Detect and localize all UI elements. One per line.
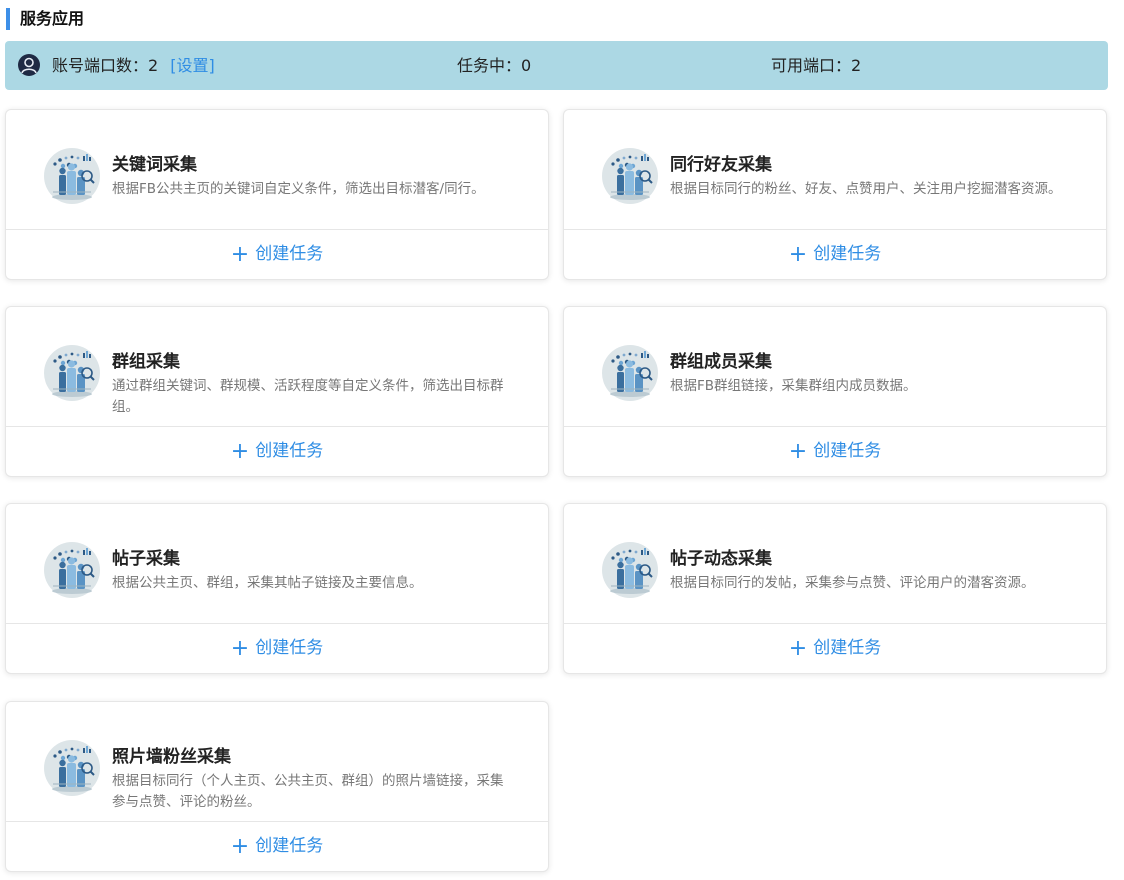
data-analytics-icon [43, 344, 101, 402]
card-peer-friends-collect: 同行好友采集 根据目标同行的粉丝、好友、点赞用户、关注用户挖掘潜客资源。 + 创建… [563, 109, 1107, 280]
card-description: 根据目标同行（个人主页、公共主页、群组）的照片墙链接，采集参与点赞、评论的粉丝。 [112, 773, 504, 810]
plus-icon: + [230, 834, 250, 859]
create-task-button[interactable]: + 创建任务 [564, 426, 1106, 476]
plus-icon: + [230, 242, 250, 267]
data-analytics-icon [43, 541, 101, 599]
available-value: 2 [851, 56, 862, 75]
card-description: 通过群组关键词、群规模、活跃程度等自定义条件，筛选出目标群组。 [112, 378, 504, 415]
card-title: 群组采集 [112, 352, 180, 372]
card-body: 关键词采集 根据FB公共主页的关键词自定义条件，筛选出目标潜客/同行。 [6, 110, 548, 230]
create-task-button[interactable]: + 创建任务 [564, 623, 1106, 673]
data-analytics-icon [601, 147, 659, 205]
stats-bar: 账号端口数：2 [设置] 任务中：0 可用端口：2 [5, 41, 1108, 90]
tasks-label: 任务中： [457, 56, 522, 75]
settings-link[interactable]: [设置] [170, 56, 215, 75]
card-body: 群组成员采集 根据FB群组链接，采集群组内成员数据。 [564, 307, 1106, 427]
accounts-label: 账号端口数： [52, 56, 149, 75]
card-description: 根据目标同行的粉丝、好友、点赞用户、关注用户挖掘潜客资源。 [670, 181, 1062, 197]
data-analytics-icon [601, 541, 659, 599]
tasks-value: 0 [521, 56, 532, 75]
card-title: 帖子动态采集 [670, 549, 772, 569]
data-analytics-icon [601, 344, 659, 402]
plus-icon: + [788, 636, 808, 661]
card-title: 照片墙粉丝采集 [112, 747, 231, 767]
card-keyword-collect: 关键词采集 根据FB公共主页的关键词自定义条件，筛选出目标潜客/同行。 + 创建任… [5, 109, 549, 280]
card-body: 照片墙粉丝采集 根据目标同行（个人主页、公共主页、群组）的照片墙链接，采集参与点… [6, 702, 548, 822]
card-body: 群组采集 通过群组关键词、群规模、活跃程度等自定义条件，筛选出目标群组。 [6, 307, 548, 427]
create-task-label: 创建任务 [813, 441, 882, 461]
card-description: 根据FB公共主页的关键词自定义条件，筛选出目标潜客/同行。 [112, 181, 485, 197]
card-group-members-collect: 群组成员采集 根据FB群组链接，采集群组内成员数据。 + 创建任务 [563, 306, 1107, 477]
card-photo-wall-fans-collect: 照片墙粉丝采集 根据目标同行（个人主页、公共主页、群组）的照片墙链接，采集参与点… [5, 701, 549, 872]
create-task-label: 创建任务 [255, 836, 324, 856]
create-task-label: 创建任务 [255, 244, 324, 264]
card-title: 同行好友采集 [670, 155, 772, 175]
card-description: 根据FB群组链接，采集群组内成员数据。 [670, 378, 917, 394]
data-analytics-icon [43, 147, 101, 205]
tasks-stat: 任务中：0 [457, 41, 531, 90]
card-body: 同行好友采集 根据目标同行的粉丝、好友、点赞用户、关注用户挖掘潜客资源。 [564, 110, 1106, 230]
available-stat: 可用端口：2 [771, 41, 861, 90]
create-task-button[interactable]: + 创建任务 [6, 821, 548, 871]
available-label: 可用端口： [771, 56, 852, 75]
create-task-label: 创建任务 [813, 244, 882, 264]
create-task-label: 创建任务 [255, 638, 324, 658]
create-task-label: 创建任务 [813, 638, 882, 658]
card-description: 根据公共主页、群组，采集其帖子链接及主要信息。 [112, 575, 423, 591]
card-title: 帖子采集 [112, 549, 180, 569]
card-post-collect: 帖子采集 根据公共主页、群组，采集其帖子链接及主要信息。 + 创建任务 [5, 503, 549, 674]
card-body: 帖子采集 根据公共主页、群组，采集其帖子链接及主要信息。 [6, 504, 548, 624]
plus-icon: + [230, 439, 250, 464]
plus-icon: + [788, 242, 808, 267]
card-title: 群组成员采集 [670, 352, 772, 372]
user-avatar-icon [18, 54, 40, 76]
card-title: 关键词采集 [112, 155, 197, 175]
accounts-value: 2 [148, 56, 159, 75]
create-task-button[interactable]: + 创建任务 [6, 426, 548, 476]
create-task-button[interactable]: + 创建任务 [6, 229, 548, 279]
create-task-button[interactable]: + 创建任务 [564, 229, 1106, 279]
plus-icon: + [788, 439, 808, 464]
card-description: 根据目标同行的发帖，采集参与点赞、评论用户的潜客资源。 [670, 575, 1035, 591]
data-analytics-icon [43, 739, 101, 797]
section-title: 服务应用 [6, 8, 84, 30]
create-task-label: 创建任务 [255, 441, 324, 461]
accounts-stat: 账号端口数：2 [设置] [52, 41, 215, 90]
card-body: 帖子动态采集 根据目标同行的发帖，采集参与点赞、评论用户的潜客资源。 [564, 504, 1106, 624]
plus-icon: + [230, 636, 250, 661]
card-post-activity-collect: 帖子动态采集 根据目标同行的发帖，采集参与点赞、评论用户的潜客资源。 + 创建任务 [563, 503, 1107, 674]
card-group-collect: 群组采集 通过群组关键词、群规模、活跃程度等自定义条件，筛选出目标群组。 + 创建… [5, 306, 549, 477]
create-task-button[interactable]: + 创建任务 [6, 623, 548, 673]
